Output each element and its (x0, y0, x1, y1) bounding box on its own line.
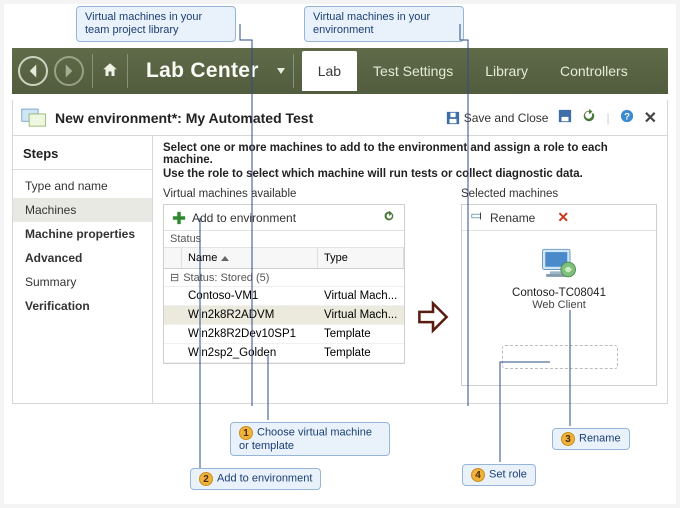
save-and-close-button[interactable]: Save and Close (446, 111, 549, 125)
callout-library: Virtual machines in your team project li… (76, 6, 236, 42)
steps-panel: Steps Type and name Machines Machine pro… (13, 136, 153, 403)
refresh-icon[interactable] (582, 109, 596, 126)
close-icon[interactable]: ✕ (644, 108, 657, 128)
divider (127, 54, 128, 88)
rename-icon (470, 209, 484, 226)
rename-button[interactable]: Rename (490, 211, 535, 225)
back-button[interactable] (18, 56, 48, 86)
instruction-line2: Use the role to select which machine wil… (163, 168, 657, 180)
badge-4: 4 (471, 468, 485, 482)
save-icon[interactable] (558, 109, 572, 126)
badge-1: 1 (239, 426, 253, 440)
expand-column (164, 248, 182, 268)
selected-vm-card[interactable]: Contoso-TC08041 Web Client (512, 245, 606, 311)
content-panel: Select one or more machines to add to th… (153, 136, 667, 403)
tab-library[interactable]: Library (469, 51, 544, 91)
step-type-and-name[interactable]: Type and name (13, 174, 152, 198)
refresh-list-icon[interactable] (382, 209, 396, 226)
instruction-line1: Select one or more machines to add to th… (163, 142, 657, 166)
step-advanced[interactable]: Advanced (13, 246, 152, 270)
badge-3: 3 (561, 432, 575, 446)
selected-vm-name: Contoso-TC08041 (512, 287, 606, 299)
transfer-arrow-icon (415, 248, 451, 386)
delete-icon[interactable]: ✕ (557, 209, 569, 226)
table-row[interactable]: Win2k8R2ADVM Virtual Mach... (164, 306, 404, 325)
computer-icon (537, 245, 581, 283)
callout-step2: 2Add to environment (190, 468, 321, 490)
help-icon[interactable]: ? (620, 109, 634, 126)
ribbon: Lab Center Lab Test Settings Library Con… (12, 48, 668, 94)
wizard-body: Steps Type and name Machines Machine pro… (12, 136, 668, 404)
selected-header: Selected machines (461, 188, 657, 200)
callout-step3: 3Rename (552, 428, 630, 450)
divider (293, 54, 294, 88)
page-title: New environment*: My Automated Test (55, 110, 446, 126)
available-header: Virtual machines available (163, 188, 405, 200)
step-verification[interactable]: Verification (13, 294, 152, 318)
available-machines-panel: Virtual machines available Add to enviro… (163, 188, 405, 386)
column-name[interactable]: Name (182, 248, 318, 268)
callout-step4: 4Set role (462, 464, 536, 486)
callout-step1: 1Choose virtual machine or template (230, 422, 390, 456)
add-icon (172, 211, 186, 225)
step-machine-properties[interactable]: Machine properties (13, 222, 152, 246)
tab-lab[interactable]: Lab (302, 51, 357, 91)
column-type[interactable]: Type (318, 248, 404, 268)
role-drop-slot[interactable] (502, 345, 618, 369)
title-bar: New environment*: My Automated Test Save… (12, 100, 668, 136)
svg-text:?: ? (624, 112, 630, 123)
home-icon[interactable] (101, 61, 119, 82)
forward-button[interactable] (54, 56, 84, 86)
steps-header: Steps (13, 142, 152, 169)
step-machines[interactable]: Machines (13, 198, 152, 222)
divider (92, 54, 93, 88)
table-row[interactable]: Win2k8R2Dev10SP1 Template (164, 325, 404, 344)
grid-group-stored[interactable]: ⊟Status: Stored (5) (164, 269, 404, 287)
step-summary[interactable]: Summary (13, 270, 152, 294)
table-row[interactable]: Win2sp2_Golden Template (164, 344, 404, 363)
status-filter[interactable]: Status (164, 231, 404, 248)
save-label: Save and Close (464, 111, 549, 125)
tab-test-settings[interactable]: Test Settings (357, 51, 469, 91)
selected-vm-role: Web Client (532, 299, 586, 311)
sort-asc-icon (221, 256, 229, 261)
app-title: Lab Center (146, 59, 259, 83)
app-switcher-dropdown[interactable] (277, 68, 285, 74)
badge-2: 2 (199, 472, 213, 486)
callout-environment: Virtual machines in your environment (304, 6, 464, 42)
tab-controllers[interactable]: Controllers (544, 51, 644, 91)
environment-icon (21, 106, 47, 130)
selected-machines-panel: Selected machines Rename ✕ (461, 188, 657, 386)
table-row[interactable]: Contoso-VM1 Virtual Mach... (164, 287, 404, 306)
status-label: Status (170, 233, 201, 245)
add-to-environment-button[interactable]: Add to environment (192, 211, 296, 225)
grid-header: Name Type (164, 248, 404, 269)
